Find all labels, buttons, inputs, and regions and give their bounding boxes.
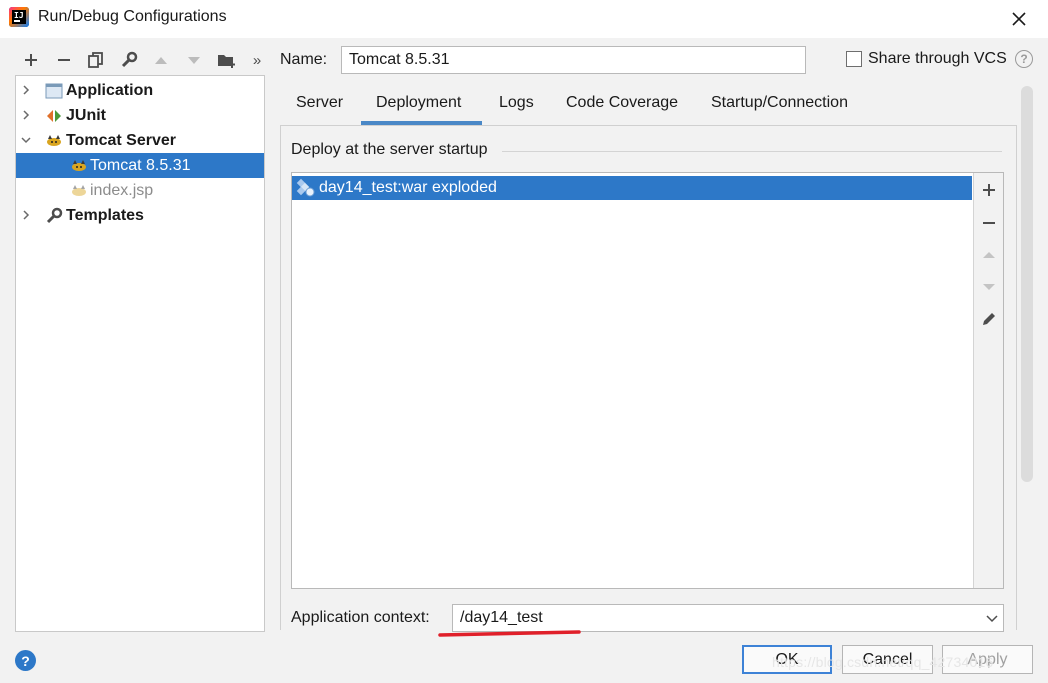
remove-icon[interactable]	[53, 49, 75, 71]
annotation-underline	[438, 630, 581, 637]
remove-icon[interactable]	[979, 213, 999, 233]
name-input[interactable]: Tomcat 8.5.31	[341, 46, 806, 74]
close-icon[interactable]	[1004, 4, 1034, 34]
artifact-list-toolbar	[973, 173, 1003, 588]
tab-code-coverage[interactable]: Code Coverage	[566, 94, 678, 124]
tab-deployment[interactable]: Deployment	[376, 94, 461, 124]
tree-item-index-jsp[interactable]: index.jsp	[16, 178, 264, 203]
intellij-app-icon: IJ	[9, 7, 29, 27]
name-label: Name:	[280, 51, 328, 68]
tree-item-tomcat-8-5-31[interactable]: Tomcat 8.5.31	[16, 153, 264, 178]
junit-icon	[47, 110, 61, 122]
chevron-right-icon[interactable]	[20, 109, 32, 121]
edit-icon[interactable]	[979, 309, 999, 329]
share-vcs-label[interactable]: Share through VCS	[868, 50, 1007, 68]
tree-item-label: Templates	[66, 207, 144, 224]
chevron-right-icon[interactable]	[20, 84, 32, 96]
tab-startup-connection[interactable]: Startup/Connection	[711, 94, 848, 124]
move-down-icon	[979, 277, 999, 297]
configuration-tree[interactable]: Application JUnit Tomcat Server Tomcat 8…	[15, 75, 265, 632]
section-divider	[502, 151, 1002, 152]
artifact-label: day14_test:war exploded	[319, 179, 497, 196]
tree-item-application[interactable]: Application	[16, 78, 264, 103]
tab-logs[interactable]: Logs	[499, 94, 534, 124]
tree-item-label: Tomcat 8.5.31	[90, 157, 191, 174]
new-folder-icon[interactable]	[216, 49, 238, 71]
vertical-scrollbar[interactable]	[1021, 86, 1033, 482]
copy-icon[interactable]	[85, 49, 107, 71]
tree-item-tomcat-server[interactable]: Tomcat Server	[16, 128, 264, 153]
app-context-label: Application context:	[291, 609, 430, 626]
deploy-section-title: Deploy at the server startup	[291, 141, 488, 158]
tree-item-label: JUnit	[66, 107, 106, 124]
wrench-icon[interactable]	[118, 49, 140, 71]
move-up-icon	[150, 49, 172, 71]
help-button[interactable]: ?	[15, 650, 36, 671]
tomcat-icon	[72, 160, 86, 171]
help-icon[interactable]: ?	[1015, 50, 1033, 68]
move-down-icon	[183, 49, 205, 71]
more-icon[interactable]: »	[246, 49, 268, 71]
artifact-list[interactable]	[291, 172, 1004, 589]
chevron-down-icon[interactable]	[984, 610, 1000, 626]
tomcat-icon	[47, 135, 61, 146]
watermark: https://blog.csdn.net/qq_42734016	[772, 654, 994, 670]
tree-item-label: Application	[66, 82, 154, 99]
tree-item-label: index.jsp	[90, 182, 154, 199]
chevron-down-icon[interactable]	[20, 134, 32, 146]
share-vcs-checkbox[interactable]	[846, 51, 862, 67]
add-icon[interactable]	[20, 49, 42, 71]
tree-item-label: Tomcat Server	[66, 132, 176, 149]
move-up-icon	[979, 245, 999, 265]
tree-item-junit[interactable]: JUnit	[16, 103, 264, 128]
wrench-icon	[46, 207, 63, 224]
chevron-right-icon[interactable]	[20, 209, 32, 221]
tab-server[interactable]: Server	[296, 94, 343, 124]
application-icon	[45, 83, 63, 99]
window-title: Run/Debug Configurations	[38, 8, 227, 25]
tomcat-icon	[72, 185, 86, 196]
add-icon[interactable]	[979, 180, 999, 200]
tree-item-templates[interactable]: Templates	[16, 203, 264, 228]
artifact-icon	[296, 178, 315, 197]
app-context-value: /day14_test	[460, 609, 543, 626]
